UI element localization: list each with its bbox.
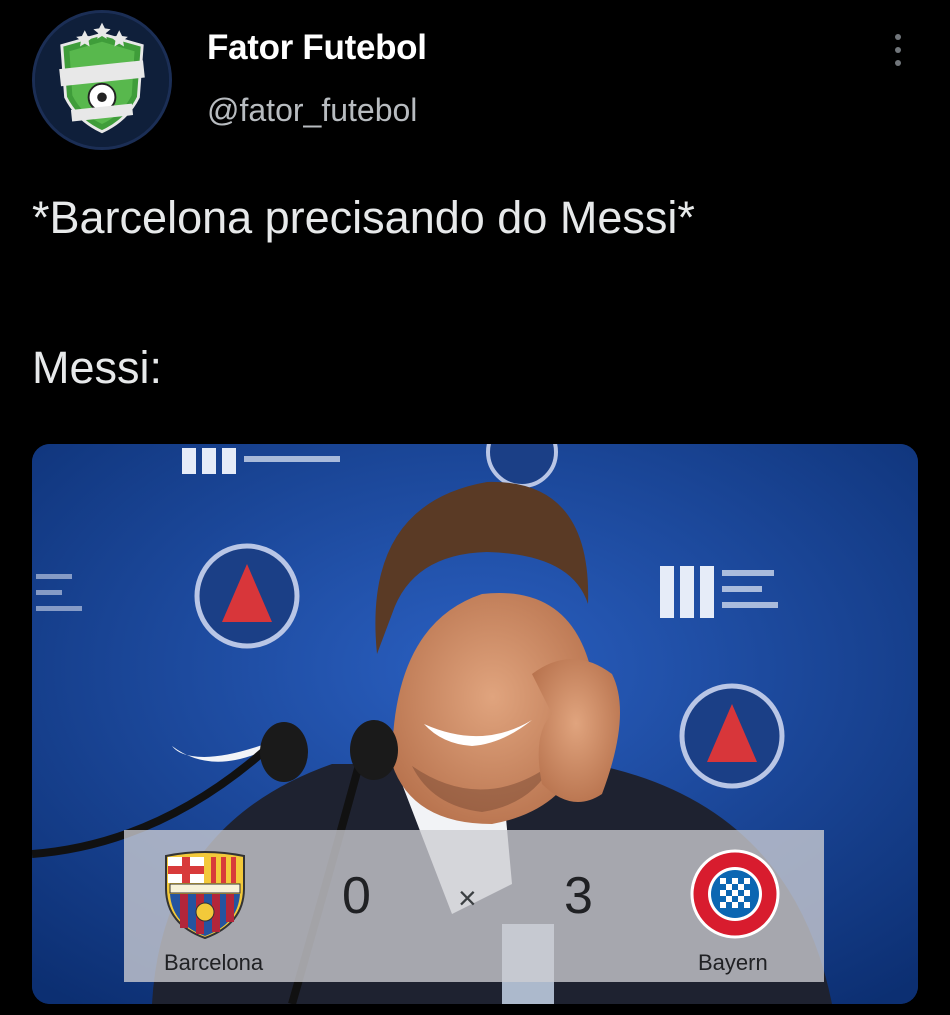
fc-bayern-crest-icon — [690, 849, 780, 939]
tweet-text-line: Messi: — [32, 342, 163, 393]
author-display-name[interactable]: Fator Futebol — [207, 28, 427, 68]
more-options-icon[interactable] — [880, 28, 916, 72]
tweet-media[interactable]: Barcelona 0 × 3 Bayern — [32, 444, 918, 1004]
fator-futebol-logo-icon — [35, 13, 169, 147]
author-handle[interactable]: @fator_futebol — [207, 92, 417, 129]
scoreboard-overlay: Barcelona 0 × 3 Bayern — [124, 830, 824, 982]
avatar[interactable] — [32, 10, 172, 150]
psg-crest-icon — [194, 543, 300, 649]
tweet-header: Fator Futebol @fator_futebol — [0, 0, 950, 160]
fc-barcelona-crest-icon — [165, 851, 245, 940]
score-separator: × — [458, 880, 477, 916]
away-team-score: 3 — [564, 867, 593, 925]
home-team-score: 0 — [342, 867, 371, 925]
psg-crest-icon — [679, 683, 785, 789]
away-team-name: Bayern — [698, 950, 768, 975]
tweet-text-line: *Barcelona precisando do Messi* — [32, 192, 695, 243]
home-team-name: Barcelona — [164, 950, 264, 975]
